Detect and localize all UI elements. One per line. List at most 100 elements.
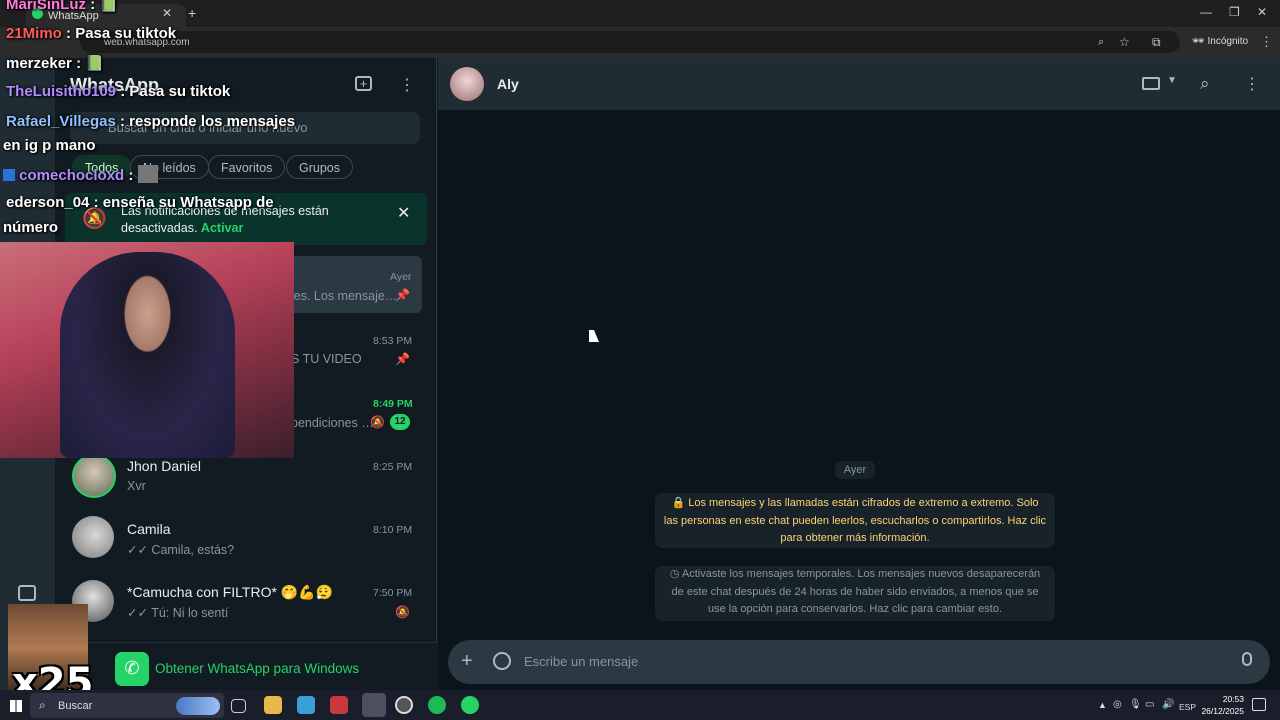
stream-chat-line: número xyxy=(3,219,59,236)
chat-text: : 📗 xyxy=(90,0,119,13)
new-chat-icon[interactable]: + xyxy=(355,76,372,91)
extensions-icon[interactable]: ⧉ xyxy=(1152,35,1161,50)
chat-text: : Pasa su tiktok xyxy=(120,83,231,100)
encryption-notice[interactable]: 🔒 Los mensajes y las llamadas están cifr… xyxy=(655,493,1055,548)
emoji-icon[interactable] xyxy=(493,652,511,670)
file-explorer-icon[interactable] xyxy=(264,696,282,714)
chat-username: MariSinLuz xyxy=(6,0,87,13)
emote-icon xyxy=(137,165,158,183)
search-icon: ⌕ xyxy=(39,698,46,712)
microphone-tray-icon[interactable]: 🎙 xyxy=(1129,699,1142,710)
chat-name: *Camucha con FILTRO* 🤭💪😮‍💨 xyxy=(127,584,334,600)
browser-menu-icon[interactable]: ⋮ xyxy=(1260,34,1273,50)
avatar xyxy=(72,516,114,558)
contact-avatar[interactable] xyxy=(450,67,484,101)
chat-text: : responde los mensajes xyxy=(119,113,296,130)
app-icon[interactable] xyxy=(297,696,315,714)
stream-chat-line: merzeker : 📗 xyxy=(6,54,104,72)
mouse-cursor xyxy=(589,330,599,342)
stream-chat-line: ederson_04 : enseña su Whatsapp de xyxy=(6,194,274,211)
menu-dots-icon[interactable]: ⋮ xyxy=(1244,74,1260,94)
spotify-icon[interactable] xyxy=(428,696,446,714)
temporary-notice-text: Activaste los mensajes temporales. Los m… xyxy=(671,568,1041,615)
window-close-icon[interactable]: ✕ xyxy=(1257,5,1267,19)
task-view-icon[interactable] xyxy=(231,699,246,713)
tray-chevron-icon[interactable]: ▲ xyxy=(1098,700,1107,710)
chat-name: Jhon Daniel xyxy=(127,458,201,474)
message-input[interactable]: Escribe un mensaje xyxy=(524,654,638,669)
chat-preview: pendiciones … xyxy=(291,416,374,430)
notification-close-icon[interactable]: ✕ xyxy=(397,203,410,223)
search-highlight-icon xyxy=(176,697,220,715)
whatsapp-taskbar-icon[interactable] xyxy=(461,696,479,714)
app-icon[interactable] xyxy=(330,696,348,714)
microphone-icon[interactable] xyxy=(1242,652,1252,666)
chat-row[interactable] xyxy=(60,572,422,632)
zoom-icon[interactable]: ⌕ xyxy=(1098,36,1104,49)
network-icon[interactable]: ▭ xyxy=(1145,699,1154,710)
chat-time: 8:25 PM xyxy=(373,461,413,473)
tab-close-icon[interactable]: ✕ xyxy=(162,6,172,20)
tray-icon[interactable]: ◎ xyxy=(1113,699,1122,710)
chat-time: 8:10 PM xyxy=(373,524,413,536)
chat-text: : Pasa su tiktok xyxy=(66,25,177,42)
webcam-overlay xyxy=(0,242,294,458)
chat-username: ederson_04 xyxy=(6,194,90,211)
chrome-icon[interactable] xyxy=(362,693,386,717)
pin-icon: 📌 xyxy=(395,352,410,366)
chat-username: 21Mimo xyxy=(6,25,62,42)
stream-chat-line: Rafael_Villegas : responde los mensajes xyxy=(6,113,295,130)
chat-row[interactable] xyxy=(60,510,422,568)
attach-plus-icon[interactable]: + xyxy=(461,650,473,673)
chat-text: : 📗 xyxy=(76,55,104,72)
chat-preview: ✓✓ Tú: Ni lo sentí xyxy=(127,606,229,620)
language-indicator[interactable]: ESP xyxy=(1179,702,1196,712)
chat-time-unread: 8:49 PM xyxy=(373,398,413,410)
media-icon[interactable] xyxy=(18,585,36,601)
chat-text: : xyxy=(128,167,134,184)
notification-activate-link[interactable]: Activar xyxy=(201,221,243,235)
bookmark-star-icon[interactable]: ☆ xyxy=(1119,35,1130,49)
windows-start-icon[interactable] xyxy=(10,700,22,712)
chat-preview: les. Los mensaje… xyxy=(291,289,398,303)
stream-chat-line: MariSinLuz : 📗 xyxy=(6,0,118,13)
user-badge-icon xyxy=(3,169,15,181)
unread-badge: 12 xyxy=(390,414,410,430)
minimize-icon[interactable]: — xyxy=(1200,5,1212,19)
chat-username: TheLuisitho109 xyxy=(6,83,117,100)
whatsapp-logo-icon: ✆ xyxy=(115,652,149,686)
contact-name[interactable]: Aly xyxy=(497,76,519,92)
chevron-down-icon[interactable]: ▼ xyxy=(1167,75,1177,86)
chat-text: : enseña su Whatsapp de xyxy=(93,194,274,211)
filter-chip-groups[interactable]: Grupos xyxy=(286,155,353,179)
chat-name: Camila xyxy=(127,521,171,537)
avatar xyxy=(72,454,116,498)
timer-icon: ◷ xyxy=(669,568,682,580)
chat-preview: Xvr xyxy=(127,479,146,493)
menu-dots-icon[interactable]: ⋮ xyxy=(399,75,415,95)
incognito-icon: 🕶 xyxy=(1192,36,1208,47)
new-tab-icon[interactable]: + xyxy=(188,5,196,21)
chat-time: Ayer xyxy=(390,271,412,283)
chat-username: Rafael_Villegas xyxy=(6,113,116,130)
filter-chip-favorites[interactable]: Favoritos xyxy=(208,155,286,179)
get-app-link[interactable]: Obtener WhatsApp para Windows xyxy=(155,661,359,676)
notifications-icon[interactable] xyxy=(1252,698,1266,711)
chat-time: 7:50 PM xyxy=(373,587,413,599)
stream-chat-line: 21Mimo : Pasa su tiktok xyxy=(6,25,176,42)
system-clock[interactable]: 20:53 26/12/2025 xyxy=(1196,693,1244,717)
taskbar-search-label: Buscar xyxy=(58,700,93,712)
incognito-indicator[interactable]: 🕶 Incógnito xyxy=(1192,36,1248,47)
restore-icon[interactable]: ❐ xyxy=(1229,5,1240,19)
temporary-messages-notice[interactable]: ◷ Activaste los mensajes temporales. Los… xyxy=(655,566,1055,621)
address-bar[interactable] xyxy=(80,31,1180,53)
search-icon[interactable]: ⌕ xyxy=(1200,74,1210,94)
stream-chat-line: en ig p mano xyxy=(3,137,96,154)
chat-username: merzeker xyxy=(6,55,72,72)
stream-chat-line: TheLuisitho109 : Pasa su tiktok xyxy=(6,83,230,100)
chat-username: comechocloxd xyxy=(19,167,125,184)
app-icon[interactable] xyxy=(395,696,413,714)
video-call-icon[interactable] xyxy=(1142,77,1160,90)
clock-time: 20:53 xyxy=(1222,694,1244,704)
volume-icon[interactable]: 🔊 xyxy=(1162,699,1174,710)
